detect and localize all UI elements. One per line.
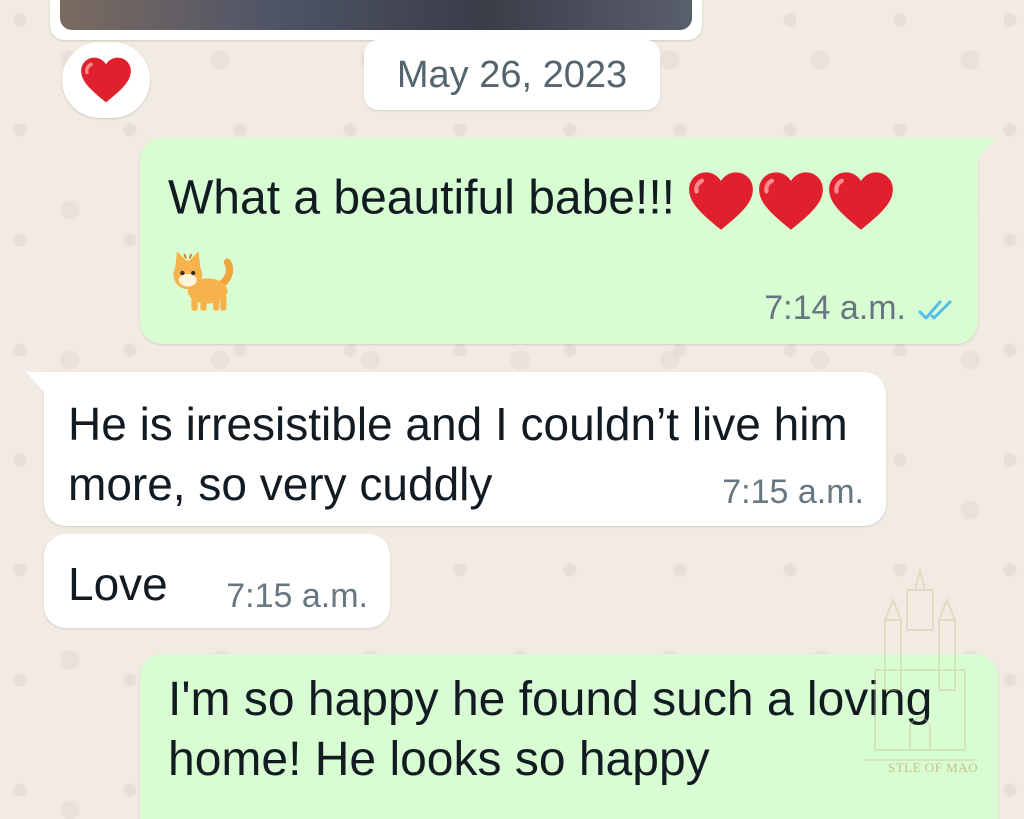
heart-icon: [829, 172, 893, 230]
media-thumbnail[interactable]: [60, 0, 692, 30]
date-separator: May 26, 2023: [364, 40, 660, 110]
bubble-tail: [976, 138, 996, 160]
message-timestamp: 7:14 a.m.: [764, 289, 906, 327]
outgoing-message[interactable]: What a beautiful babe!!! 7:14 a.m.: [140, 138, 996, 344]
previous-media-message[interactable]: [50, 0, 702, 40]
heart-icon: [759, 172, 823, 230]
heart-reaction[interactable]: [62, 42, 150, 118]
watermark-label: STLE OF MAO: [888, 760, 979, 775]
heart-icon: [81, 57, 131, 103]
read-receipt-icon: [918, 300, 952, 320]
castle-watermark-icon: [865, 569, 975, 761]
heart-icon: [689, 172, 753, 230]
cat-icon: [173, 251, 234, 311]
message-text: Love: [68, 558, 168, 610]
heart-emoji-group: [685, 170, 895, 232]
message-text-row: What a beautiful babe!!!: [168, 170, 895, 232]
message-timestamp: 7:15 a.m.: [722, 473, 864, 511]
bubble-tail: [26, 372, 46, 394]
incoming-message[interactable]: Love 7:15 a.m.: [44, 534, 390, 628]
incoming-message[interactable]: He is irresistible and I couldn’t live h…: [26, 372, 886, 526]
message-text: What a beautiful babe!!!: [168, 171, 675, 225]
message-timestamp: 7:15 a.m.: [226, 577, 368, 615]
